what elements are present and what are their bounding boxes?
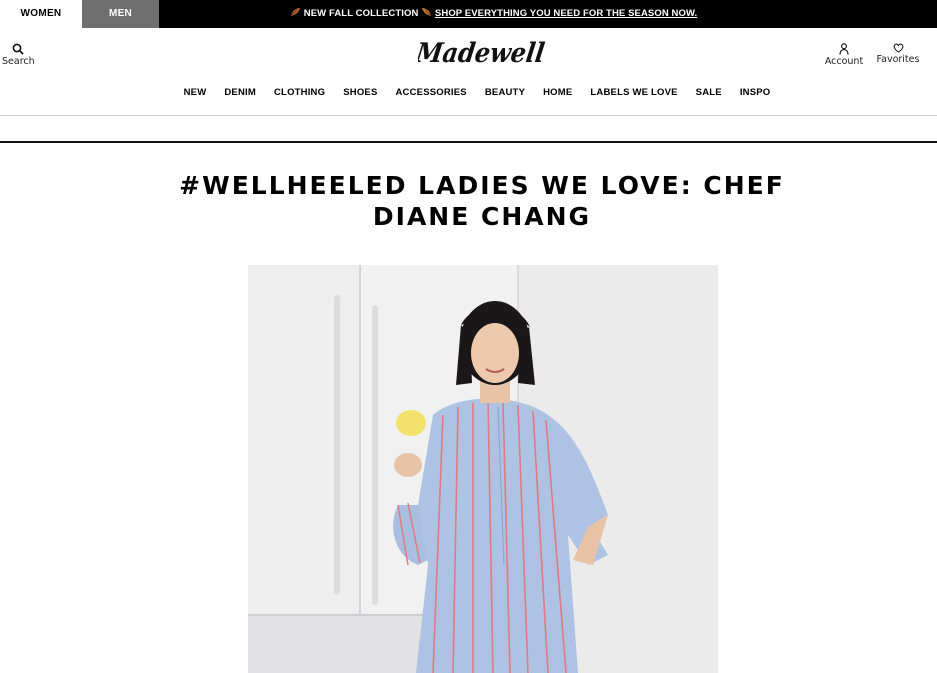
article-title: #WELLHEELED LADIES WE LOVE: CHEF DIANE C… (179, 171, 785, 231)
leaf-icon (422, 8, 432, 17)
search-icon (12, 43, 24, 55)
top-banner: WOMEN MEN NEW FALL COLLECTION SHOP EVERY… (0, 0, 937, 28)
nav-item-sale[interactable]: SALE (696, 87, 722, 101)
leaf-icon (290, 8, 300, 17)
promo-text: NEW FALL COLLECTION (303, 8, 419, 19)
divider (0, 141, 937, 143)
nav-item-beauty[interactable]: BEAUTY (485, 87, 525, 101)
nav-item-new[interactable]: NEW (184, 87, 207, 101)
account-label: Account (824, 56, 864, 67)
tab-women[interactable]: WOMEN (0, 0, 82, 28)
madewell-logo[interactable]: Madewell (413, 34, 552, 74)
main-nav: NEW DENIM CLOTHING SHOES ACCESSORIES BEA… (0, 87, 937, 101)
person-icon (839, 43, 849, 55)
logo-wordmark: Madewell (413, 38, 546, 69)
nav-item-home[interactable]: HOME (543, 87, 572, 101)
nav-item-clothing[interactable]: CLOTHING (274, 87, 325, 101)
logo-text: Madewell (418, 38, 546, 69)
photo-illustration (248, 265, 718, 673)
nav-item-inspo[interactable]: INSPO (740, 87, 771, 101)
search-button[interactable]: Search (2, 43, 35, 67)
favorites-label: Favorites (876, 54, 920, 65)
promo-banner: NEW FALL COLLECTION SHOP EVERYTHING YOU … (290, 0, 697, 28)
nav-item-accessories[interactable]: ACCESSORIES (395, 87, 466, 101)
favorites-button[interactable]: Favorites (876, 43, 920, 65)
promo-link[interactable]: SHOP EVERYTHING YOU NEED FOR THE SEASON … (435, 8, 697, 19)
search-label: Search (2, 56, 35, 67)
heart-icon (893, 43, 903, 53)
nav-item-shoes[interactable]: SHOES (343, 87, 377, 101)
divider (0, 115, 937, 116)
nav-item-labels-we-love[interactable]: LABELS WE LOVE (590, 87, 677, 101)
article-photo (248, 265, 718, 673)
nav-item-denim[interactable]: DENIM (224, 87, 256, 101)
tab-men[interactable]: MEN (82, 0, 159, 28)
account-button[interactable]: Account (824, 43, 864, 67)
